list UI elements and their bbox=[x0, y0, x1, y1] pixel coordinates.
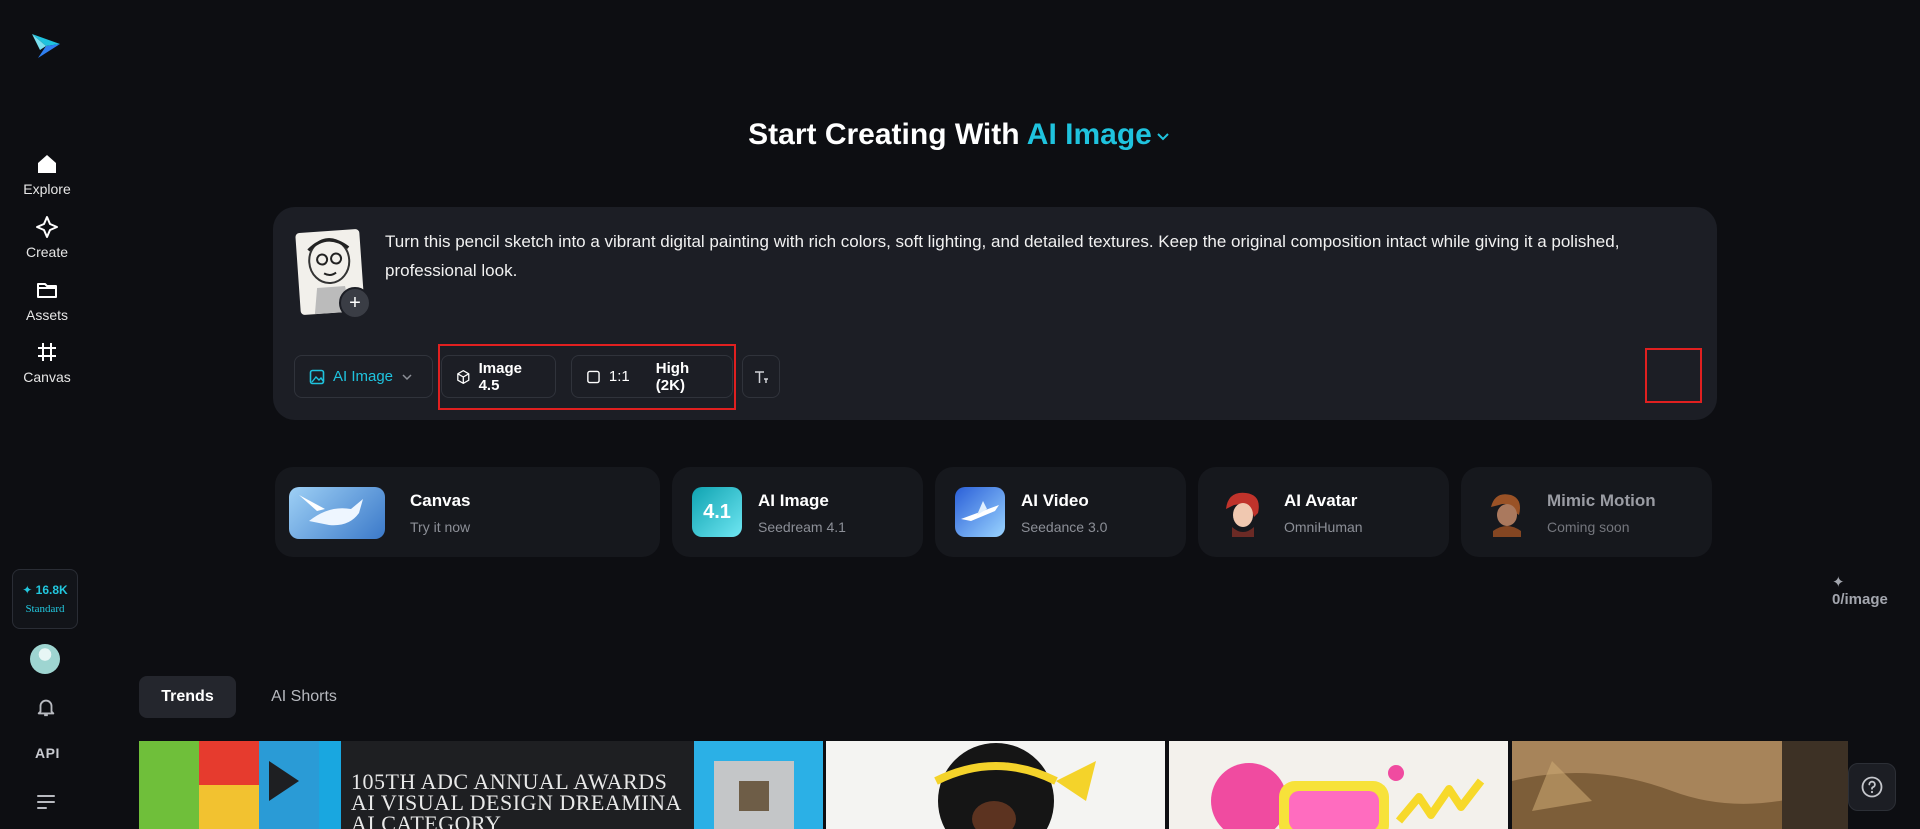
credits-badge[interactable]: ✦ 16.8K Standard bbox=[12, 569, 78, 629]
help-button[interactable] bbox=[1848, 763, 1896, 811]
tool-subtitle: Try it now bbox=[410, 519, 471, 535]
plan-label: Standard bbox=[25, 603, 65, 615]
tool-subtitle: Seedream 4.1 bbox=[758, 519, 846, 535]
gallery-item[interactable] bbox=[826, 741, 1165, 829]
bell-icon[interactable] bbox=[35, 696, 57, 718]
ratio-quality-selector[interactable]: 1:1 High (2K) bbox=[571, 355, 733, 398]
tool-card-canvas[interactable]: Canvas Try it now bbox=[275, 467, 660, 557]
tool-title: Canvas bbox=[410, 491, 471, 510]
cost-indicator: ✦ 0/image bbox=[1832, 573, 1888, 608]
gallery-item[interactable]: 105TH ADC ANNUAL AWARDS AI VISUAL DESIGN… bbox=[139, 741, 823, 829]
tool-subtitle: OmniHuman bbox=[1284, 519, 1363, 535]
credits-amount: 16.8K bbox=[35, 583, 68, 597]
question-icon bbox=[1861, 776, 1883, 798]
sparkle-icon: ✦ bbox=[22, 583, 36, 597]
sidebar-item-explore[interactable]: Explore bbox=[8, 152, 86, 210]
tool-card-ai-image[interactable]: 4.1 AI Image Seedream 4.1 bbox=[672, 467, 923, 557]
sidebar-item-label: Explore bbox=[23, 181, 71, 197]
tool-selector[interactable]: AI Image bbox=[1027, 118, 1172, 151]
plane-image bbox=[955, 487, 1005, 537]
square-icon bbox=[587, 370, 600, 383]
phone-artwork bbox=[1211, 763, 1485, 829]
chevron-down-icon bbox=[1157, 133, 1169, 141]
image-icon bbox=[309, 369, 325, 384]
avatar[interactable] bbox=[30, 644, 60, 674]
painting-artwork bbox=[1512, 741, 1848, 829]
pegasus-icon bbox=[299, 495, 363, 526]
text-style-button[interactable] bbox=[742, 355, 780, 398]
mode-selector[interactable]: AI Image bbox=[294, 355, 433, 398]
home-icon bbox=[38, 155, 56, 173]
prompt-input[interactable]: Turn this pencil sketch into a vibrant d… bbox=[385, 227, 1685, 285]
plane-icon bbox=[961, 501, 999, 521]
pegasus-image bbox=[289, 487, 385, 539]
sparkle-icon: ✦ bbox=[1832, 574, 1845, 591]
add-image-button[interactable]: + bbox=[339, 287, 371, 319]
dancer-artwork bbox=[934, 743, 1096, 829]
ratio-label: 1:1 bbox=[608, 368, 630, 385]
tool-title: AI Image bbox=[758, 491, 829, 510]
menu-icon[interactable] bbox=[36, 793, 56, 809]
model-selector[interactable]: Image 4.5 bbox=[441, 355, 556, 398]
folder-icon bbox=[37, 283, 57, 298]
sparkle-icon bbox=[36, 216, 58, 238]
dreamina-logo-icon[interactable] bbox=[30, 30, 62, 62]
tool-title: Mimic Motion bbox=[1547, 491, 1656, 510]
tool-card-mimic-motion: Mimic Motion Coming soon bbox=[1461, 467, 1712, 557]
tool-subtitle: Coming soon bbox=[1547, 519, 1630, 535]
gallery-item[interactable] bbox=[1512, 741, 1848, 829]
model-label: Image 4.5 bbox=[478, 359, 522, 394]
ai-image-badge: 4.1 bbox=[692, 487, 742, 537]
tool-card-ai-avatar[interactable]: AI Avatar OmniHuman bbox=[1198, 467, 1449, 557]
tool-card-ai-video[interactable]: AI Video Seedance 3.0 bbox=[935, 467, 1186, 557]
text-format-icon bbox=[755, 370, 768, 383]
frame-icon bbox=[38, 343, 56, 361]
motion-image bbox=[1481, 487, 1531, 537]
sidebar-item-label: Assets bbox=[25, 307, 68, 323]
sidebar-item-assets[interactable]: Assets bbox=[8, 278, 86, 336]
page-title: Start Creating With AI Image bbox=[0, 118, 1920, 152]
tab-ai-shorts[interactable]: AI Shorts bbox=[252, 676, 356, 718]
avatar-face-icon bbox=[1226, 492, 1259, 537]
sidebar-item-create[interactable]: Create bbox=[8, 215, 86, 273]
cost-label: 0/image bbox=[1832, 591, 1888, 608]
gallery-item[interactable] bbox=[1169, 741, 1508, 829]
motion-figure-icon bbox=[1491, 494, 1521, 537]
prompt-card: + Turn this pencil sketch into a vibrant… bbox=[273, 207, 1888, 608]
mode-label: AI Image bbox=[333, 368, 394, 385]
gallery-caption: 105TH ADC ANNUAL AWARDS AI VISUAL DESIGN… bbox=[351, 769, 681, 829]
sidebar-item-canvas[interactable]: Canvas bbox=[8, 340, 86, 398]
quality-label: High (2K) bbox=[655, 359, 690, 394]
api-link[interactable]: API bbox=[35, 745, 60, 761]
sidebar-item-label: Canvas bbox=[23, 369, 71, 385]
title-prefix: Start Creating With bbox=[748, 118, 1020, 151]
tab-trends[interactable]: Trends bbox=[139, 676, 236, 718]
tool-title: AI Avatar bbox=[1284, 491, 1358, 510]
tool-selector-label: AI Image bbox=[1026, 118, 1152, 151]
tool-subtitle: Seedance 3.0 bbox=[1021, 519, 1108, 535]
cube-icon bbox=[457, 369, 470, 384]
chevron-down-icon bbox=[402, 373, 412, 380]
avatar-image bbox=[1218, 487, 1268, 537]
tool-title: AI Video bbox=[1021, 491, 1089, 510]
sidebar-item-label: Create bbox=[25, 244, 69, 260]
